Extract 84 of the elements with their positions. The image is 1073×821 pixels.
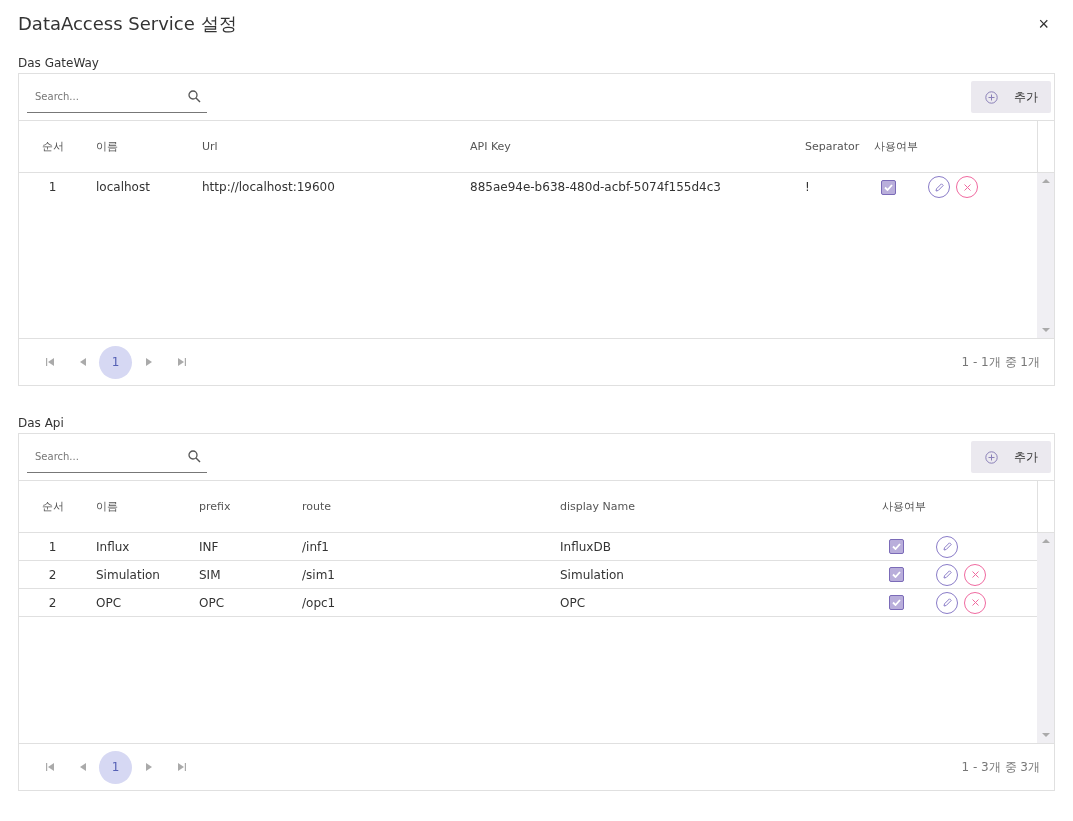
last-page-icon xyxy=(177,358,186,366)
table-cell-text: Influx xyxy=(95,539,131,554)
edit-button[interactable] xyxy=(936,563,958,586)
checkbox[interactable] xyxy=(889,539,904,554)
table-cell-text: /inf1 xyxy=(301,539,330,554)
check-icon xyxy=(892,599,901,606)
close-button[interactable]: × xyxy=(1032,15,1055,33)
column-header: 이름 xyxy=(95,139,119,154)
close-icon xyxy=(962,182,972,192)
table-cell-text: InfluxDB xyxy=(559,539,612,554)
delete-button[interactable] xyxy=(964,563,986,586)
delete-button[interactable] xyxy=(964,591,986,614)
search-icon xyxy=(188,90,201,103)
column-header: Separator xyxy=(804,140,861,153)
column-header: 사용여부 xyxy=(873,139,919,154)
column-header: display Name xyxy=(559,500,636,513)
first-page-icon xyxy=(45,358,54,366)
table-cell-text: 1 xyxy=(47,539,58,554)
page-summary: 1 - 1개 중 1개 xyxy=(961,353,1040,371)
search-field[interactable]: Search... xyxy=(33,90,163,103)
table-cell-text: 1 xyxy=(47,180,58,194)
delete-button[interactable] xyxy=(956,176,978,198)
scroll-down-icon xyxy=(1041,326,1050,334)
table-cell-text: OPC xyxy=(95,595,123,610)
table-cell-text: 2 xyxy=(47,567,58,582)
pencil-icon xyxy=(941,541,953,552)
page-button[interactable]: 1 xyxy=(99,750,132,784)
close-icon xyxy=(970,598,980,607)
next-page-icon xyxy=(144,763,153,771)
last-page-icon xyxy=(177,763,186,771)
checkbox[interactable] xyxy=(881,179,896,195)
column-header: 순서 xyxy=(40,499,65,514)
section-label: Das GateWay xyxy=(18,56,100,71)
first-page-icon xyxy=(45,763,54,771)
table-cell-text: OPC xyxy=(559,595,587,610)
table-cell-text: OPC xyxy=(198,595,226,610)
column-header: 순서 xyxy=(40,139,65,154)
add-button[interactable]: 추가 xyxy=(971,81,1051,113)
table-cell-text: Simulation xyxy=(559,567,625,582)
checkbox[interactable] xyxy=(889,595,904,610)
add-button[interactable]: 추가 xyxy=(971,441,1051,473)
previous-page-icon xyxy=(78,358,87,366)
column-header: 사용여부 xyxy=(881,499,927,514)
plus-circle-icon xyxy=(984,450,998,464)
search-field[interactable]: Search... xyxy=(33,450,163,463)
table-cell-text: ! xyxy=(804,180,811,194)
column-header: route xyxy=(301,500,333,513)
page-button[interactable]: 1 xyxy=(99,345,132,379)
check-icon xyxy=(884,183,893,191)
table-cell-text: 2 xyxy=(47,595,58,610)
table-cell-text: Simulation xyxy=(95,567,161,582)
table-cell-text: localhost xyxy=(95,180,151,194)
pencil-icon xyxy=(941,597,953,608)
check-icon xyxy=(892,571,901,578)
previous-page-icon xyxy=(78,763,87,771)
table-cell-text: http://localhost:19600 xyxy=(201,180,336,194)
table-cell-text: /opc1 xyxy=(301,595,337,610)
column-header: 이름 xyxy=(95,499,119,514)
pencil-icon xyxy=(941,569,953,580)
checkbox[interactable] xyxy=(889,567,904,582)
table-cell-text: /sim1 xyxy=(301,567,336,582)
scrollbar[interactable] xyxy=(1037,533,1054,743)
search-icon xyxy=(188,450,201,463)
column-header: prefix xyxy=(198,500,232,513)
table-cell-text: 885ae94e-b638-480d-acbf-5074f155d4c3 xyxy=(469,180,722,194)
section-label: Das Api xyxy=(18,416,65,431)
page-summary: 1 - 3개 중 3개 xyxy=(961,758,1040,776)
check-icon xyxy=(892,543,901,550)
dialog-title: DataAccess Service 설정 xyxy=(18,12,237,36)
column-header: Url xyxy=(201,140,219,153)
edit-button[interactable] xyxy=(936,535,958,558)
pencil-icon xyxy=(933,181,945,193)
scroll-up-icon xyxy=(1041,177,1050,185)
close-icon xyxy=(970,570,980,579)
table-cell-text: SIM xyxy=(198,567,222,582)
plus-circle-icon xyxy=(984,90,998,104)
table-cell-text: INF xyxy=(198,539,220,554)
scroll-up-icon xyxy=(1041,537,1050,545)
scroll-down-icon xyxy=(1041,731,1050,739)
scrollbar[interactable] xyxy=(1037,173,1054,338)
edit-button[interactable] xyxy=(928,176,950,198)
column-header: API Key xyxy=(469,140,512,153)
next-page-icon xyxy=(144,358,153,366)
edit-button[interactable] xyxy=(936,591,958,614)
